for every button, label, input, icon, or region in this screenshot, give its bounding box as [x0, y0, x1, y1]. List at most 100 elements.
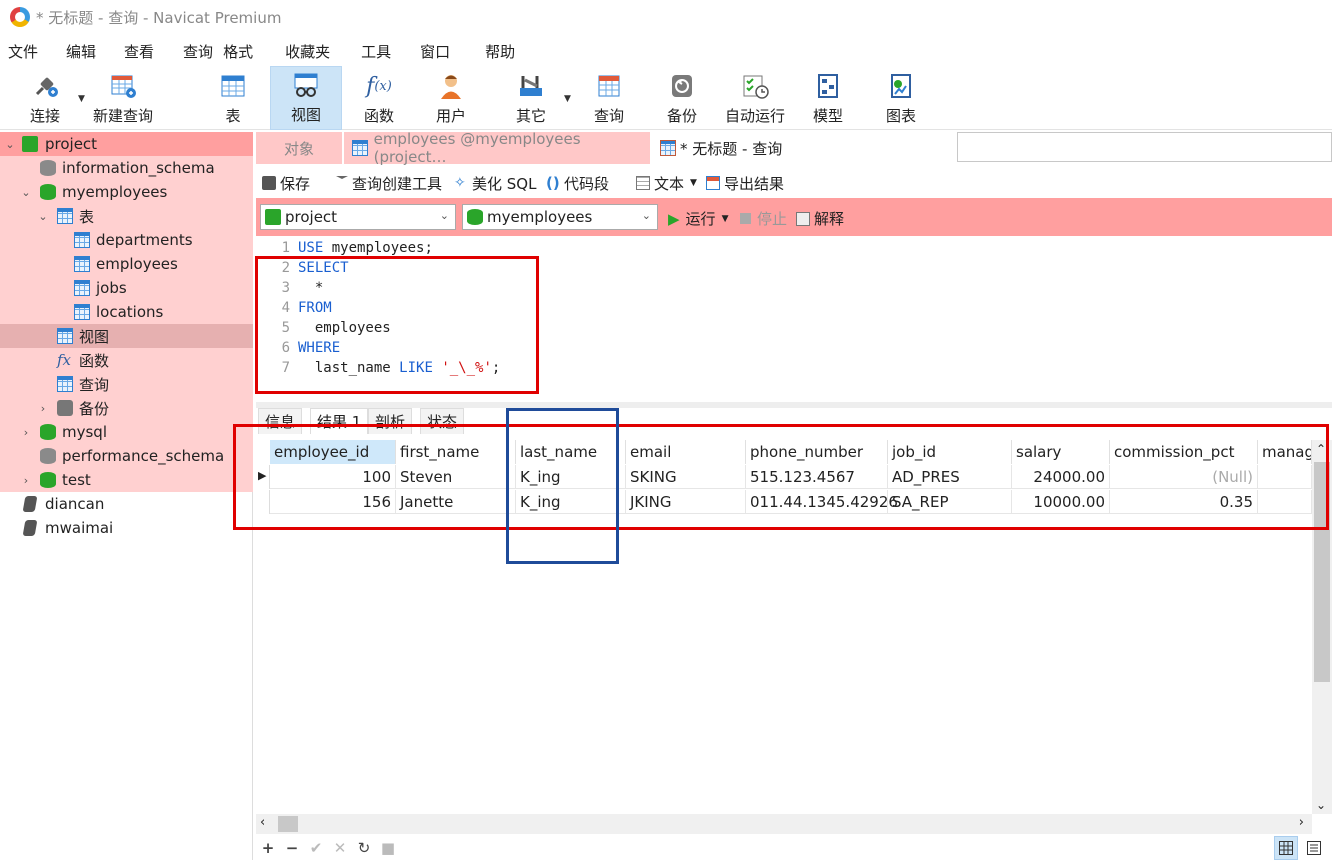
grid-view-button[interactable]	[1274, 836, 1298, 860]
object-search-input[interactable]	[957, 132, 1332, 162]
user-button[interactable]: 用户	[418, 66, 484, 130]
database-icon	[40, 184, 56, 200]
run-dropdown-icon[interactable]: ▼	[722, 214, 729, 224]
connect-dropdown-icon[interactable]: ▼	[78, 94, 85, 104]
tree-db-mysql[interactable]: › mysql	[0, 420, 253, 444]
discard-changes-button[interactable]: ✕	[330, 836, 350, 860]
export-results-button[interactable]: 导出结果	[706, 173, 784, 194]
tree-folder-functions[interactable]: fx 函数	[0, 348, 253, 372]
table-icon	[218, 71, 248, 101]
chevron-right-icon[interactable]: ›	[37, 402, 49, 415]
chevron-down-icon: ⌄	[439, 209, 449, 222]
table-button[interactable]: 表	[200, 66, 266, 130]
chevron-down-icon[interactable]: ⌄	[20, 186, 32, 199]
menu-window[interactable]: 窗口	[420, 41, 450, 62]
connect-button[interactable]: 连接	[22, 66, 68, 130]
beautify-label: 美化 SQL	[472, 174, 537, 193]
tree-table-jobs[interactable]: jobs	[0, 276, 253, 300]
new-query-button[interactable]: 新建查询	[90, 66, 156, 130]
menu-edit[interactable]: 编辑	[66, 41, 96, 62]
save-button[interactable]: 保存	[262, 173, 310, 194]
query-builder-button[interactable]: 查询创建工具	[336, 173, 442, 194]
menu-file[interactable]: 文件	[8, 41, 38, 62]
code-snippet-button[interactable]: () 代码段	[546, 173, 609, 194]
tree-connection-diancan[interactable]: diancan	[0, 492, 253, 516]
scroll-thumb[interactable]	[278, 816, 298, 832]
menu-tools[interactable]: 工具	[361, 41, 391, 62]
chevron-down-icon[interactable]: ⌄	[4, 138, 16, 151]
other-dropdown-icon[interactable]: ▼	[564, 94, 571, 104]
tree-folder-views[interactable]: 视图	[0, 324, 253, 348]
menu-help[interactable]: 帮助	[485, 41, 515, 62]
menu-view[interactable]: 查看	[124, 41, 154, 62]
tree-table-departments[interactable]: departments	[0, 228, 253, 252]
stop-loading-button[interactable]: ■	[378, 836, 398, 860]
query-button[interactable]: 查询	[576, 66, 642, 130]
connection-select[interactable]: project ⌄	[260, 204, 456, 230]
chevron-right-icon[interactable]: ›	[20, 474, 32, 487]
backup-icon	[667, 71, 697, 101]
user-icon	[436, 71, 466, 101]
beautify-sql-button[interactable]: ✧ 美化 SQL	[454, 173, 536, 194]
menu-format[interactable]: 格式	[223, 41, 253, 62]
scroll-right-icon[interactable]: ›	[1299, 815, 1304, 830]
horizontal-scrollbar[interactable]: ‹ ›	[256, 814, 1312, 834]
table-icon	[74, 304, 90, 320]
tree-table-employees[interactable]: employees	[0, 252, 253, 276]
stop-button[interactable]: 停止	[740, 208, 787, 229]
tree-folder-backups[interactable]: › 备份	[0, 396, 253, 420]
tree-connection-project[interactable]: ⌄ project	[0, 132, 253, 156]
tree-folder-queries[interactable]: 查询	[0, 372, 253, 396]
auto-run-button[interactable]: 自动运行	[722, 66, 788, 130]
text-dropdown-icon[interactable]: ▼	[690, 178, 697, 188]
view-button[interactable]: 视图	[270, 66, 342, 130]
function-icon: fx	[57, 351, 72, 369]
query-icon	[594, 71, 624, 101]
explain-button[interactable]: 解释	[796, 208, 844, 229]
tree-db-test[interactable]: › test	[0, 468, 253, 492]
delete-record-button[interactable]: −	[282, 836, 302, 860]
code-line-1: 1 USE myemployees;	[256, 238, 1332, 258]
auto-run-label: 自动运行	[724, 107, 785, 125]
tree-db-information-schema[interactable]: information_schema	[0, 156, 253, 180]
database-select[interactable]: myemployees ⌄	[462, 204, 658, 230]
add-record-button[interactable]: +	[258, 836, 278, 860]
apply-changes-button[interactable]: ✔	[306, 836, 326, 860]
refresh-button[interactable]: ↻	[354, 836, 374, 860]
chart-icon	[886, 71, 916, 101]
tree-db-performance-schema[interactable]: performance_schema	[0, 444, 253, 468]
tree-label: locations	[96, 303, 164, 321]
database-icon	[40, 160, 56, 176]
menu-favorites[interactable]: 收藏夹	[285, 41, 330, 62]
tab-employees[interactable]: employees @myemployees (project…	[344, 130, 650, 166]
stop-label: 停止	[757, 210, 788, 228]
tree-db-myemployees[interactable]: ⌄ myemployees	[0, 180, 253, 204]
form-view-button[interactable]	[1302, 836, 1326, 860]
chevron-right-icon[interactable]: ›	[20, 426, 32, 439]
tree-connection-mwaimai[interactable]: mwaimai	[0, 516, 253, 540]
connect-label: 连接	[29, 107, 60, 125]
backup-button[interactable]: 备份	[649, 66, 715, 130]
scroll-left-icon[interactable]: ‹	[260, 815, 265, 830]
new-query-icon	[108, 71, 138, 101]
text-button[interactable]: 文本 ▼	[636, 173, 697, 194]
run-button[interactable]: ▶ 运行 ▼	[668, 208, 728, 229]
chevron-down-icon[interactable]: ⌄	[37, 210, 49, 223]
tree-table-locations[interactable]: locations	[0, 300, 253, 324]
menu-query[interactable]: 查询	[183, 41, 213, 62]
query-icon	[57, 376, 73, 392]
query-label: 查询	[593, 107, 624, 125]
tab-objects[interactable]: 对象	[256, 132, 342, 164]
annotation-red-box-sql	[255, 256, 539, 394]
model-button[interactable]: 模型	[795, 66, 861, 130]
tab-current-query[interactable]: * 无标题 - 查询	[652, 132, 952, 164]
auto-run-icon	[740, 71, 770, 101]
tree-label: mysql	[62, 423, 107, 441]
chart-button[interactable]: 图表	[868, 66, 934, 130]
table-icon	[352, 140, 368, 156]
scroll-down-icon[interactable]: ⌄	[1316, 798, 1326, 812]
other-button[interactable]: 其它	[498, 66, 564, 130]
connection-tree: ⌄ project information_schema ⌄ myemploye…	[0, 132, 253, 860]
function-button[interactable]: f (x) 函数	[346, 66, 412, 130]
tree-folder-tables[interactable]: ⌄ 表	[0, 204, 253, 228]
